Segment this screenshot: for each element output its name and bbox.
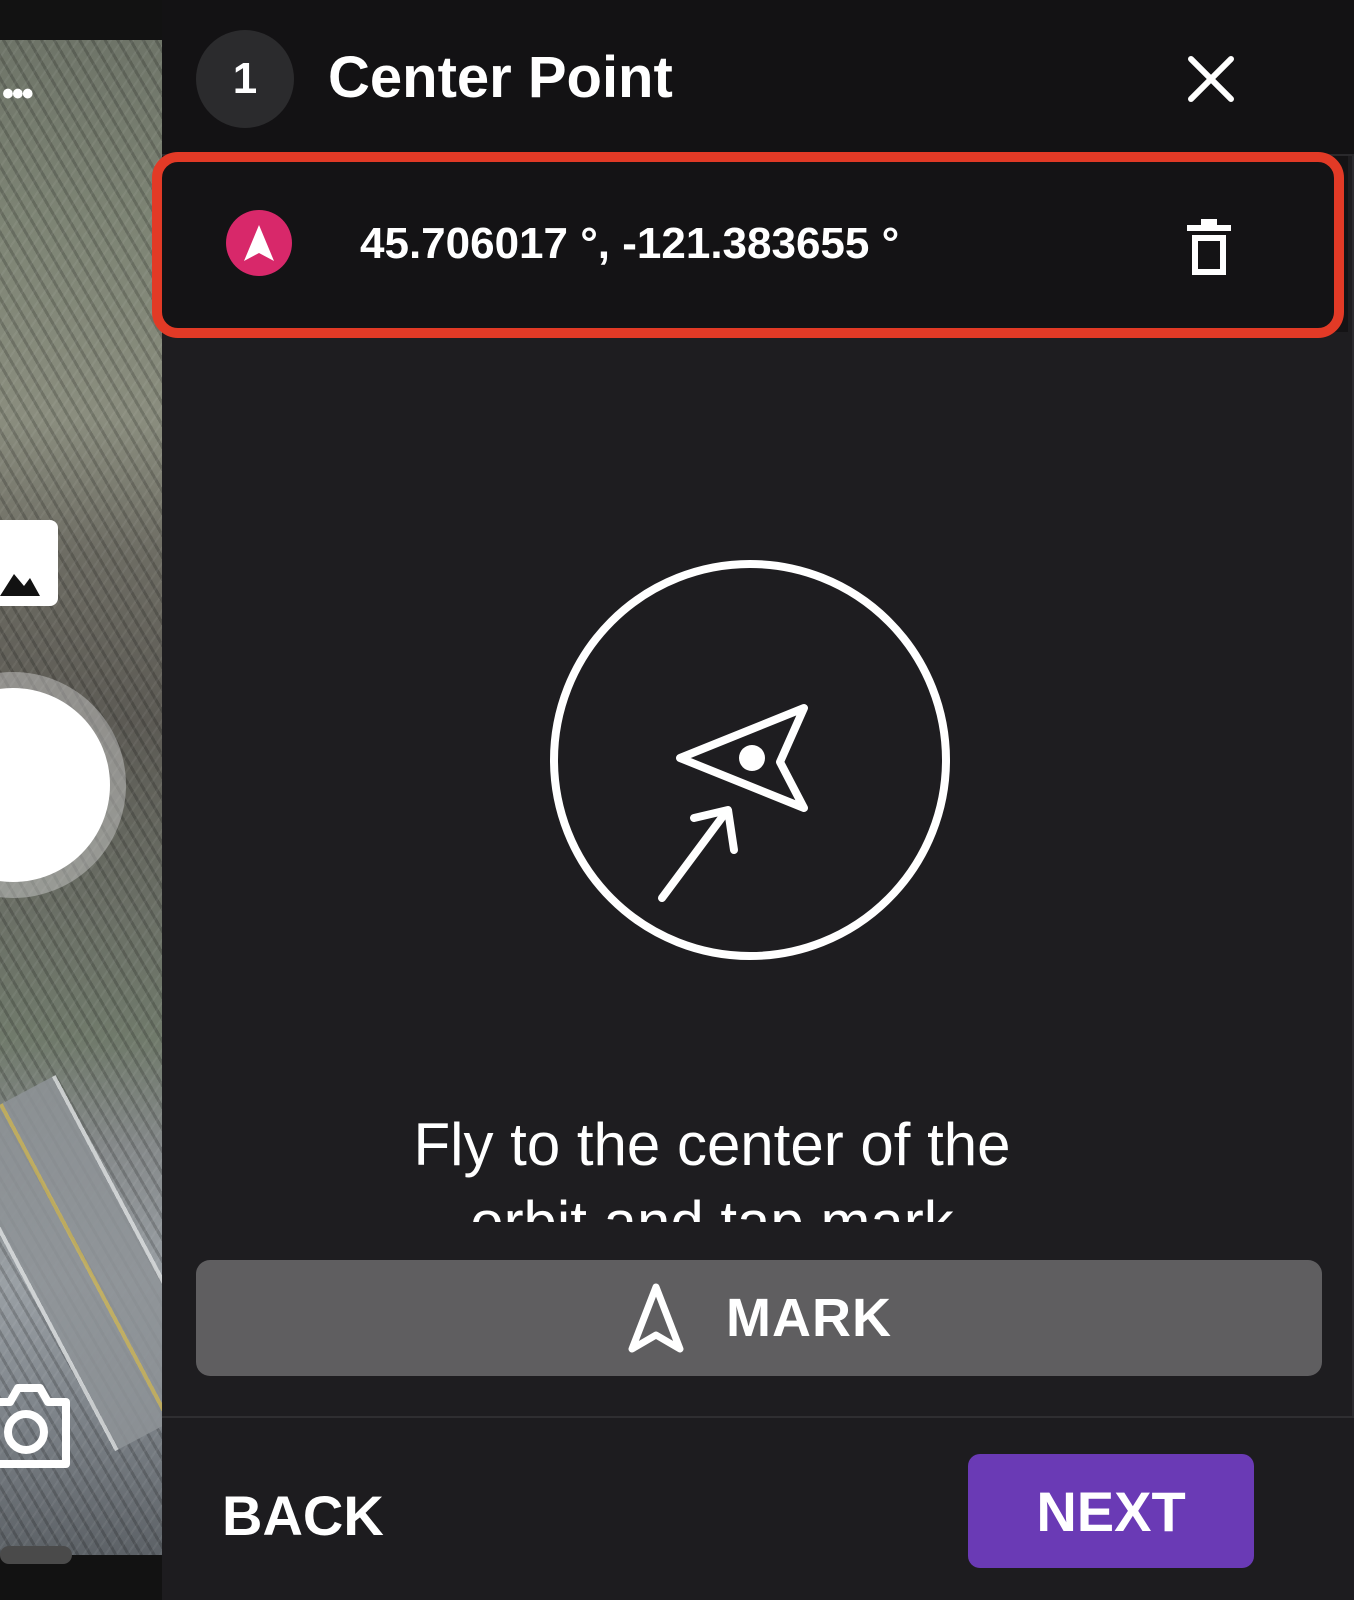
instruction-container: Fly to the center of the orbit and tap m… [412, 1106, 1012, 1222]
gallery-button[interactable] [0, 520, 58, 606]
center-point-panel: 1 Center Point 45.706017 °, -121.383655 … [152, 0, 1354, 1600]
close-button[interactable] [1178, 46, 1244, 112]
shutter-inner [0, 688, 110, 882]
strip-handle [0, 1546, 72, 1564]
page-title: Center Point [328, 45, 673, 110]
pin-badge [226, 210, 292, 276]
app-root: ••• 1 Center Point 45.706017 °, -121.383… [0, 0, 1354, 1600]
back-button[interactable]: BACK [222, 1466, 402, 1566]
navigation-arrow-outline-icon [628, 1283, 684, 1353]
instruction-text: Fly to the center of the orbit and tap m… [413, 1111, 1011, 1222]
next-button[interactable]: NEXT [968, 1454, 1254, 1568]
coordinate-value: 45.706017 °, -121.383655 ° [360, 219, 900, 268]
step-badge: 1 [196, 30, 294, 128]
delete-coordinate-button[interactable] [1174, 210, 1244, 286]
mark-label: MARK [726, 1288, 892, 1348]
panel-header: 1 Center Point [162, 0, 1354, 156]
coordinate-row[interactable]: 45.706017 °, -121.383655 ° [152, 152, 1348, 338]
camera-switch-icon[interactable] [0, 1382, 72, 1470]
camera-strip: ••• [0, 0, 162, 1600]
navigation-arrow-icon [244, 225, 274, 261]
gallery-icon [0, 574, 40, 596]
panel-footer: BACK NEXT [162, 1416, 1354, 1600]
fly-to-center-icon [550, 560, 950, 960]
mark-button[interactable]: MARK [196, 1260, 1322, 1376]
close-icon [1188, 56, 1234, 102]
trash-icon [1187, 219, 1231, 275]
more-dots-icon[interactable]: ••• [2, 77, 72, 111]
